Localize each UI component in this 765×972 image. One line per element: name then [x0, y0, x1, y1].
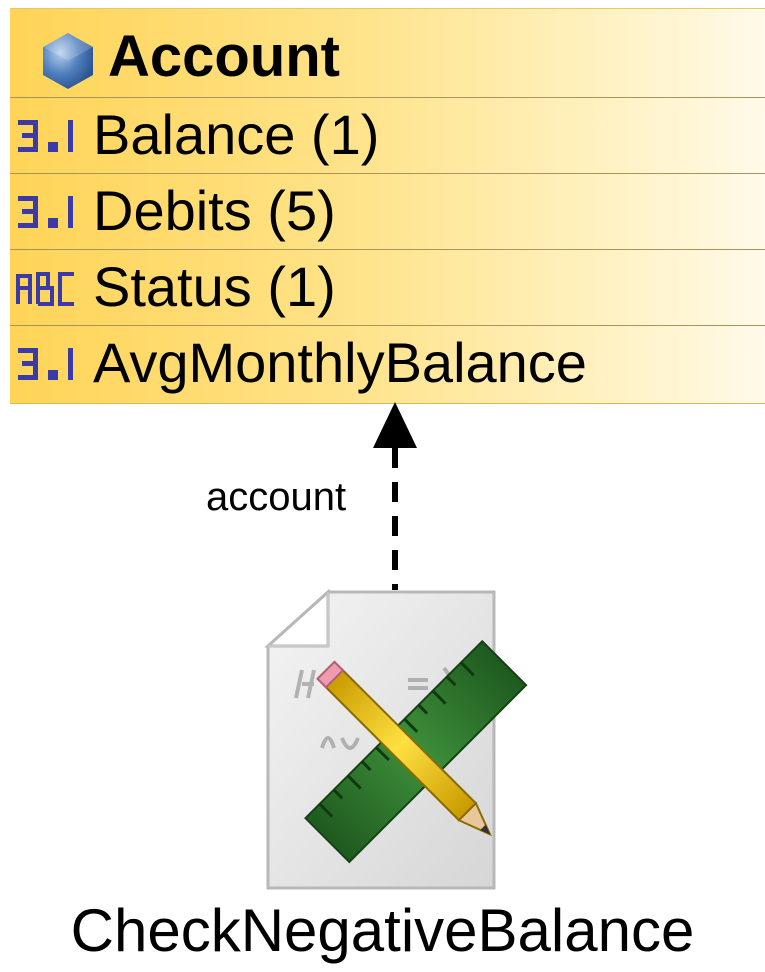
entity-hexagon-icon [43, 33, 93, 89]
formula-document-icon[interactable] [258, 588, 548, 898]
entity-box-account[interactable]: Account Balance (1) Debits (5) Status (1… [10, 8, 765, 404]
text-type-icon [16, 272, 74, 306]
numeric-type-icon [18, 120, 73, 152]
attribute-label: AvgMonthlyBalance [93, 331, 587, 394]
attribute-row-balance[interactable]: Balance (1) [10, 98, 765, 174]
attribute-label: Status (1) [93, 255, 336, 318]
rule-name-label: CheckNegativeBalance [70, 897, 695, 964]
attribute-row-avgmonthlybalance[interactable]: AvgMonthlyBalance [10, 326, 765, 401]
relationship-arrow[interactable] [360, 400, 430, 600]
entity-header[interactable]: Account [10, 9, 765, 98]
numeric-type-icon [18, 196, 73, 228]
numeric-type-icon [18, 348, 73, 380]
attribute-row-status[interactable]: Status (1) [10, 250, 765, 326]
entity-title: Account [108, 24, 340, 89]
attribute-row-debits[interactable]: Debits (5) [10, 174, 765, 250]
relationship-label: account [206, 475, 347, 519]
diagram-canvas: Account Balance (1) Debits (5) Status (1… [0, 0, 765, 972]
attribute-label: Debits (5) [93, 179, 336, 242]
attribute-label: Balance (1) [93, 103, 380, 166]
